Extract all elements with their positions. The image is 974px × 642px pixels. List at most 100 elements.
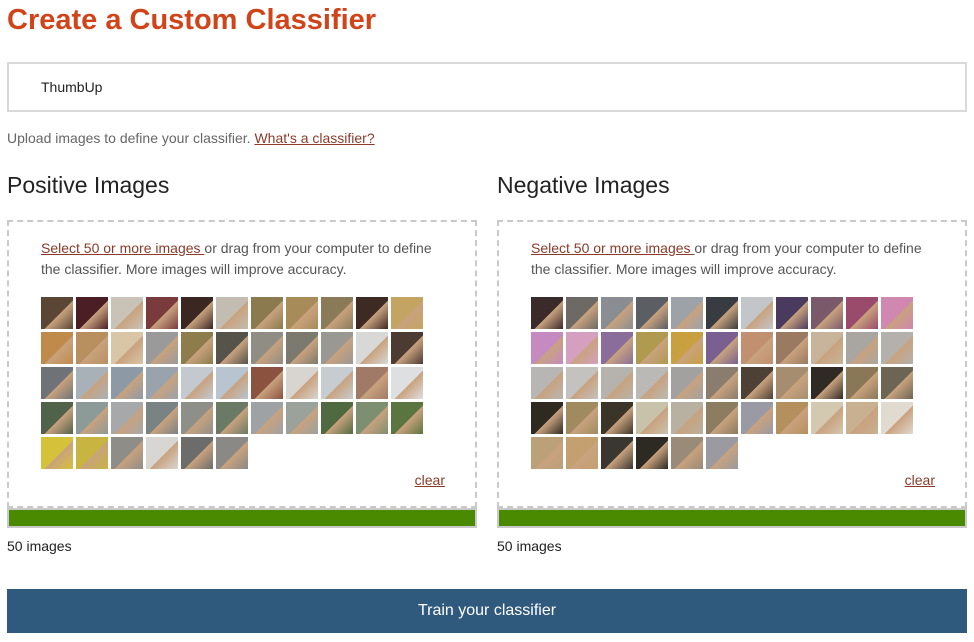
image-thumbnail[interactable] bbox=[391, 332, 423, 364]
image-thumbnail[interactable] bbox=[531, 367, 563, 399]
image-thumbnail[interactable] bbox=[321, 332, 353, 364]
image-thumbnail[interactable] bbox=[286, 332, 318, 364]
image-thumbnail[interactable] bbox=[146, 332, 178, 364]
image-thumbnail[interactable] bbox=[216, 437, 248, 469]
image-thumbnail[interactable] bbox=[881, 332, 913, 364]
image-thumbnail[interactable] bbox=[286, 297, 318, 329]
image-thumbnail[interactable] bbox=[146, 297, 178, 329]
image-thumbnail[interactable] bbox=[671, 332, 703, 364]
image-thumbnail[interactable] bbox=[601, 367, 633, 399]
image-thumbnail[interactable] bbox=[111, 367, 143, 399]
image-thumbnail[interactable] bbox=[636, 367, 668, 399]
negative-dropzone[interactable]: Select 50 or more images or drag from yo… bbox=[497, 220, 967, 508]
image-thumbnail[interactable] bbox=[146, 367, 178, 399]
image-thumbnail[interactable] bbox=[321, 297, 353, 329]
image-thumbnail[interactable] bbox=[531, 297, 563, 329]
image-thumbnail[interactable] bbox=[846, 367, 878, 399]
classifier-name-input[interactable] bbox=[7, 62, 967, 112]
image-thumbnail[interactable] bbox=[76, 367, 108, 399]
image-thumbnail[interactable] bbox=[706, 367, 738, 399]
image-thumbnail[interactable] bbox=[636, 297, 668, 329]
image-thumbnail[interactable] bbox=[566, 402, 598, 434]
image-thumbnail[interactable] bbox=[671, 402, 703, 434]
image-thumbnail[interactable] bbox=[181, 402, 213, 434]
image-thumbnail[interactable] bbox=[706, 402, 738, 434]
image-thumbnail[interactable] bbox=[811, 402, 843, 434]
image-thumbnail[interactable] bbox=[216, 402, 248, 434]
image-thumbnail[interactable] bbox=[741, 402, 773, 434]
image-thumbnail[interactable] bbox=[671, 437, 703, 469]
image-thumbnail[interactable] bbox=[76, 402, 108, 434]
image-thumbnail[interactable] bbox=[776, 367, 808, 399]
image-thumbnail[interactable] bbox=[321, 367, 353, 399]
image-thumbnail[interactable] bbox=[741, 332, 773, 364]
image-thumbnail[interactable] bbox=[181, 297, 213, 329]
image-thumbnail[interactable] bbox=[566, 297, 598, 329]
image-thumbnail[interactable] bbox=[881, 367, 913, 399]
image-thumbnail[interactable] bbox=[181, 332, 213, 364]
image-thumbnail[interactable] bbox=[601, 332, 633, 364]
image-thumbnail[interactable] bbox=[111, 297, 143, 329]
image-thumbnail[interactable] bbox=[566, 367, 598, 399]
image-thumbnail[interactable] bbox=[636, 402, 668, 434]
image-thumbnail[interactable] bbox=[811, 367, 843, 399]
image-thumbnail[interactable] bbox=[391, 297, 423, 329]
image-thumbnail[interactable] bbox=[76, 332, 108, 364]
image-thumbnail[interactable] bbox=[321, 402, 353, 434]
image-thumbnail[interactable] bbox=[531, 437, 563, 469]
image-thumbnail[interactable] bbox=[846, 332, 878, 364]
negative-select-images-link[interactable]: Select 50 or more images bbox=[531, 240, 694, 256]
image-thumbnail[interactable] bbox=[216, 332, 248, 364]
image-thumbnail[interactable] bbox=[181, 437, 213, 469]
image-thumbnail[interactable] bbox=[76, 297, 108, 329]
image-thumbnail[interactable] bbox=[41, 332, 73, 364]
image-thumbnail[interactable] bbox=[881, 297, 913, 329]
image-thumbnail[interactable] bbox=[741, 297, 773, 329]
image-thumbnail[interactable] bbox=[41, 402, 73, 434]
image-thumbnail[interactable] bbox=[881, 402, 913, 434]
positive-clear-link[interactable]: clear bbox=[415, 472, 445, 488]
image-thumbnail[interactable] bbox=[601, 402, 633, 434]
image-thumbnail[interactable] bbox=[356, 332, 388, 364]
image-thumbnail[interactable] bbox=[601, 437, 633, 469]
image-thumbnail[interactable] bbox=[146, 402, 178, 434]
image-thumbnail[interactable] bbox=[251, 367, 283, 399]
image-thumbnail[interactable] bbox=[706, 297, 738, 329]
image-thumbnail[interactable] bbox=[811, 332, 843, 364]
image-thumbnail[interactable] bbox=[251, 297, 283, 329]
image-thumbnail[interactable] bbox=[356, 297, 388, 329]
image-thumbnail[interactable] bbox=[811, 297, 843, 329]
image-thumbnail[interactable] bbox=[846, 297, 878, 329]
image-thumbnail[interactable] bbox=[391, 367, 423, 399]
image-thumbnail[interactable] bbox=[146, 437, 178, 469]
image-thumbnail[interactable] bbox=[216, 367, 248, 399]
image-thumbnail[interactable] bbox=[706, 332, 738, 364]
image-thumbnail[interactable] bbox=[601, 297, 633, 329]
image-thumbnail[interactable] bbox=[636, 437, 668, 469]
image-thumbnail[interactable] bbox=[286, 402, 318, 434]
image-thumbnail[interactable] bbox=[111, 437, 143, 469]
image-thumbnail[interactable] bbox=[566, 437, 598, 469]
image-thumbnail[interactable] bbox=[216, 297, 248, 329]
image-thumbnail[interactable] bbox=[391, 402, 423, 434]
train-classifier-button[interactable]: Train your classifier bbox=[7, 589, 967, 633]
image-thumbnail[interactable] bbox=[776, 297, 808, 329]
image-thumbnail[interactable] bbox=[251, 332, 283, 364]
image-thumbnail[interactable] bbox=[41, 297, 73, 329]
image-thumbnail[interactable] bbox=[356, 402, 388, 434]
positive-select-images-link[interactable]: Select 50 or more images bbox=[41, 240, 204, 256]
image-thumbnail[interactable] bbox=[251, 402, 283, 434]
whats-a-classifier-link[interactable]: What's a classifier? bbox=[254, 130, 374, 146]
image-thumbnail[interactable] bbox=[776, 332, 808, 364]
image-thumbnail[interactable] bbox=[846, 402, 878, 434]
image-thumbnail[interactable] bbox=[181, 367, 213, 399]
image-thumbnail[interactable] bbox=[566, 332, 598, 364]
image-thumbnail[interactable] bbox=[531, 402, 563, 434]
image-thumbnail[interactable] bbox=[531, 332, 563, 364]
image-thumbnail[interactable] bbox=[741, 367, 773, 399]
image-thumbnail[interactable] bbox=[636, 332, 668, 364]
image-thumbnail[interactable] bbox=[776, 402, 808, 434]
positive-dropzone[interactable]: Select 50 or more images or drag from yo… bbox=[7, 220, 477, 508]
image-thumbnail[interactable] bbox=[111, 332, 143, 364]
image-thumbnail[interactable] bbox=[111, 402, 143, 434]
